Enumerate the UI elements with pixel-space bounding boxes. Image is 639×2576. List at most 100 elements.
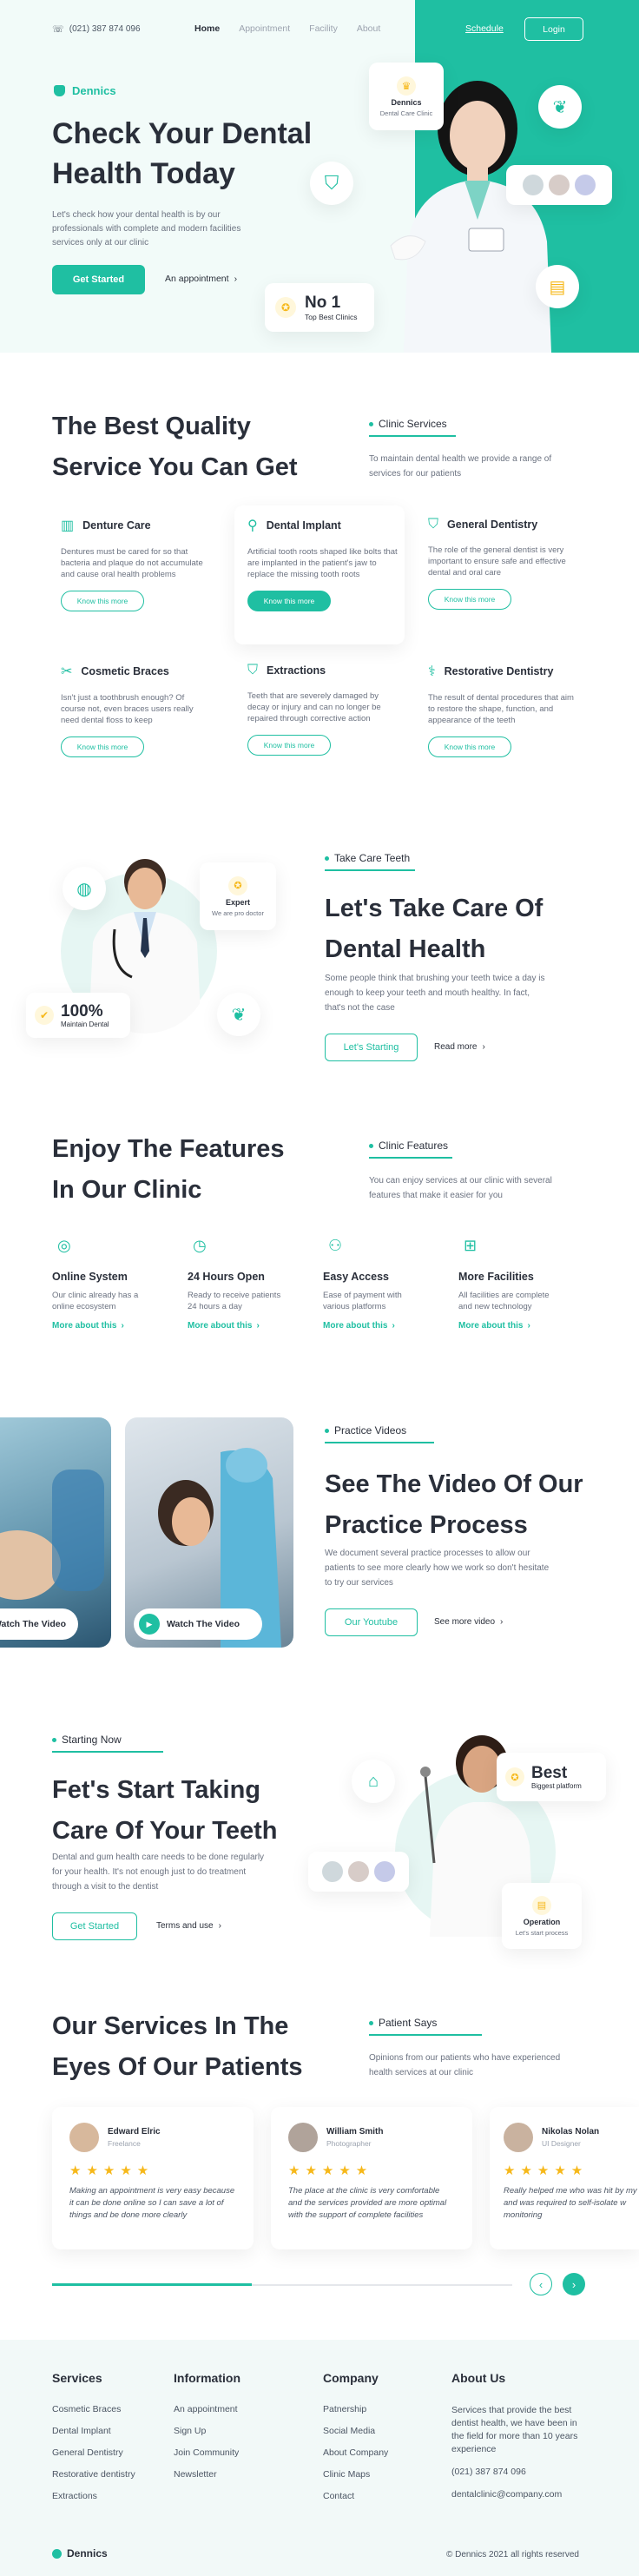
schedule-link[interactable]: Schedule [465, 23, 504, 34]
videos-title: See The Video Of Our Practice Process [325, 1470, 583, 1539]
footer-link[interactable]: Cosmetic Braces [52, 2404, 135, 2414]
start-get-started-button[interactable]: Get Started [52, 1912, 137, 1940]
braces-icon: ✂ [61, 664, 73, 679]
footer-link[interactable]: Clinic Maps [323, 2469, 388, 2480]
avatar [575, 175, 596, 195]
our-youtube-button[interactable]: Our Youtube [325, 1608, 418, 1636]
testimonial-card: Edward Elric Freelance ★★★★★ Making an a… [52, 2107, 254, 2249]
testimonials-description: Opinions from our patients who have expe… [369, 2053, 561, 2077]
copyright: © Dennics 2021 all rights reserved [446, 2550, 579, 2559]
nav-link-facility[interactable]: Facility [309, 23, 338, 34]
chevron-right-icon: › [234, 274, 238, 284]
service-card-extractions: ⛉ Extractions Teeth that are severely da… [247, 663, 404, 756]
videos-description: We document several practice processes t… [325, 1549, 550, 1588]
footer-link[interactable]: About Company [323, 2447, 388, 2458]
chevron-right-icon: › [527, 1321, 530, 1331]
nav-links: Home Appointment Facility About [194, 23, 380, 34]
tag-dot [325, 855, 329, 861]
care-tag: Take Care Teeth [325, 852, 410, 864]
know-more-button[interactable]: Know this more [247, 591, 331, 611]
avatar [69, 2123, 99, 2152]
tooth-logo-icon [52, 2548, 62, 2559]
rating-stars: ★★★★★ [69, 2163, 155, 2178]
chevron-right-icon: › [571, 2277, 576, 2291]
service-card-restorative-dentistry: ⚕ Restorative Dentistry The result of de… [428, 663, 593, 757]
nav-link-home[interactable]: Home [194, 23, 220, 34]
read-more-link[interactable]: Read more › [434, 1042, 485, 1052]
get-started-button[interactable]: Get Started [52, 265, 145, 294]
footer-link[interactable]: An appointment [174, 2404, 240, 2414]
footer-link[interactable]: Patnership [323, 2404, 388, 2414]
login-button[interactable]: Login [524, 17, 583, 41]
service-card-cosmetic-braces: ✂ Cosmetic Braces Isn't just a toothbrus… [61, 663, 234, 757]
know-more-button[interactable]: Know this more [247, 735, 331, 756]
footer-link[interactable]: Join Community [174, 2447, 240, 2458]
clipboard-float-icon: ▤ [536, 265, 579, 308]
footer-link[interactable]: Contact [323, 2491, 388, 2501]
more-about-link[interactable]: More about this › [323, 1321, 436, 1331]
services-tag: Clinic Services [369, 418, 447, 430]
watch-video-button-1[interactable]: Watch The Video [0, 1608, 78, 1640]
footer-col-about: About Us Services that provide the best … [451, 2371, 582, 2500]
more-about-link[interactable]: More about this › [52, 1321, 165, 1331]
footer-link[interactable]: General Dentistry [52, 2447, 135, 2458]
testimonial-card: William Smith Photographer ★★★★★ The pla… [271, 2107, 472, 2249]
lets-starting-button[interactable]: Let's Starting [325, 1034, 418, 1061]
footer-link[interactable]: Restorative dentistry [52, 2469, 135, 2480]
feature-more-facilities: ⊞ More Facilities All facilities are com… [458, 1237, 571, 1331]
implant-icon: ⚲ [247, 519, 258, 533]
operation-card: ▤ Operation Let's start process [502, 1883, 582, 1949]
clock-icon: ◷ [193, 1237, 207, 1254]
know-more-button[interactable]: Know this more [428, 589, 511, 610]
more-about-link[interactable]: More about this › [188, 1321, 300, 1331]
footer-col-information: Information An appointment Sign Up Join … [174, 2371, 240, 2480]
footer-col-company: Company Patnership Social Media About Co… [323, 2371, 389, 2501]
brand-logo[interactable]: Dennics [54, 84, 116, 97]
service-card-dental-implant-content: ⚲ Dental Implant Artificial tooth roots … [247, 517, 399, 611]
trophy-icon: ✪ [505, 1767, 524, 1787]
tooth-float-icon: ❦ [217, 993, 260, 1036]
care-title: Let's Take Care Of Dental Health [325, 895, 543, 963]
rating-stars: ★★★★★ [288, 2163, 373, 2178]
know-more-button[interactable]: Know this more [61, 591, 144, 611]
tooth-white-float-icon: ❦ [538, 85, 582, 129]
service-card-denture-care: ▥ Denture Care Dentures must be cared fo… [61, 517, 234, 630]
know-more-button[interactable]: Know this more [61, 736, 144, 757]
prev-button[interactable]: ‹ [530, 2273, 552, 2295]
footer-link[interactable]: Extractions [52, 2491, 135, 2501]
avatar [374, 1861, 395, 1882]
footer-link[interactable]: Newsletter [174, 2469, 240, 2480]
appointment-link[interactable]: An appointment › [165, 274, 237, 284]
see-more-video-link[interactable]: See more video › [434, 1617, 503, 1627]
videos-tag: Practice Videos [325, 1424, 406, 1437]
footer-link[interactable]: Dental Implant [52, 2426, 135, 2436]
team-avatars-card [308, 1852, 409, 1892]
more-about-link[interactable]: More about this › [458, 1321, 571, 1331]
testimonials-tag: Patient Says [369, 2017, 437, 2029]
watch-video-button-2[interactable]: ▶ Watch The Video [134, 1608, 262, 1640]
footer-link[interactable]: Social Media [323, 2426, 388, 2436]
footer-col-services: Services Cosmetic Braces Dental Implant … [52, 2371, 135, 2501]
care-description: Some people think that brushing your tee… [325, 974, 545, 1013]
globe-icon: ◎ [57, 1237, 71, 1254]
play-icon: ▶ [139, 1614, 160, 1635]
nav-link-about[interactable]: About [357, 23, 380, 34]
footer-brand[interactable]: Dennics [52, 2547, 108, 2559]
nav-link-appointment[interactable]: Appointment [239, 23, 290, 34]
features-tag-underline [369, 1157, 452, 1159]
next-button[interactable]: › [563, 2273, 585, 2295]
check-icon: ✔ [35, 1006, 54, 1025]
start-tag-underline [52, 1751, 163, 1753]
chevron-right-icon: › [500, 1617, 504, 1627]
know-more-button[interactable]: Know this more [428, 736, 511, 757]
videos-tag-underline [325, 1442, 434, 1443]
email-link[interactable]: dentalclinic@company.com [451, 2489, 582, 2500]
terms-link[interactable]: Terms and use › [156, 1921, 221, 1931]
avatar [504, 2123, 533, 2152]
brand-name: Dennics [72, 84, 116, 97]
first-aid-icon: ⊞ [464, 1237, 478, 1254]
avatar [288, 2123, 318, 2152]
features-title: Enjoy The Features In Our Clinic [52, 1135, 285, 1204]
footer-link[interactable]: Sign Up [174, 2426, 240, 2436]
chevron-left-icon: ‹ [538, 2277, 543, 2291]
